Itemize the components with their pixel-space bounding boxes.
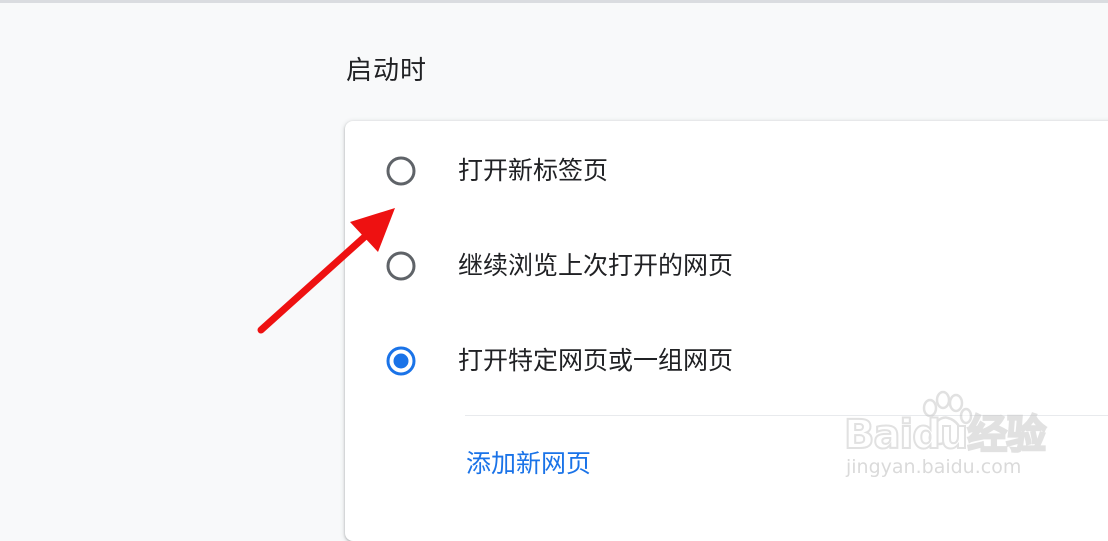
radio-checked-icon[interactable] [385, 345, 417, 377]
option-label: 继续浏览上次打开的网页 [458, 251, 734, 280]
add-new-page-link[interactable]: 添加新网页 [466, 447, 591, 481]
section-title: 启动时 [346, 56, 428, 86]
watermark-brand-text: Baidu经验 [843, 411, 1047, 459]
radio-option-continue-where-left[interactable]: 继续浏览上次打开的网页 [345, 226, 1105, 306]
watermark-url-text: jingyan.baidu.com [846, 456, 1022, 478]
red-annotation-arrow-icon [257, 208, 395, 334]
option-label: 打开特定网页或一组网页 [458, 346, 734, 375]
radio-unchecked-icon[interactable] [385, 155, 417, 187]
radio-option-open-new-tab[interactable]: 打开新标签页 [345, 131, 1105, 211]
option-label: 打开新标签页 [458, 156, 609, 185]
baidu-jingyan-watermark: Baidu经验 jingyan.baidu.com [838, 386, 1098, 496]
top-divider [0, 0, 1108, 3]
